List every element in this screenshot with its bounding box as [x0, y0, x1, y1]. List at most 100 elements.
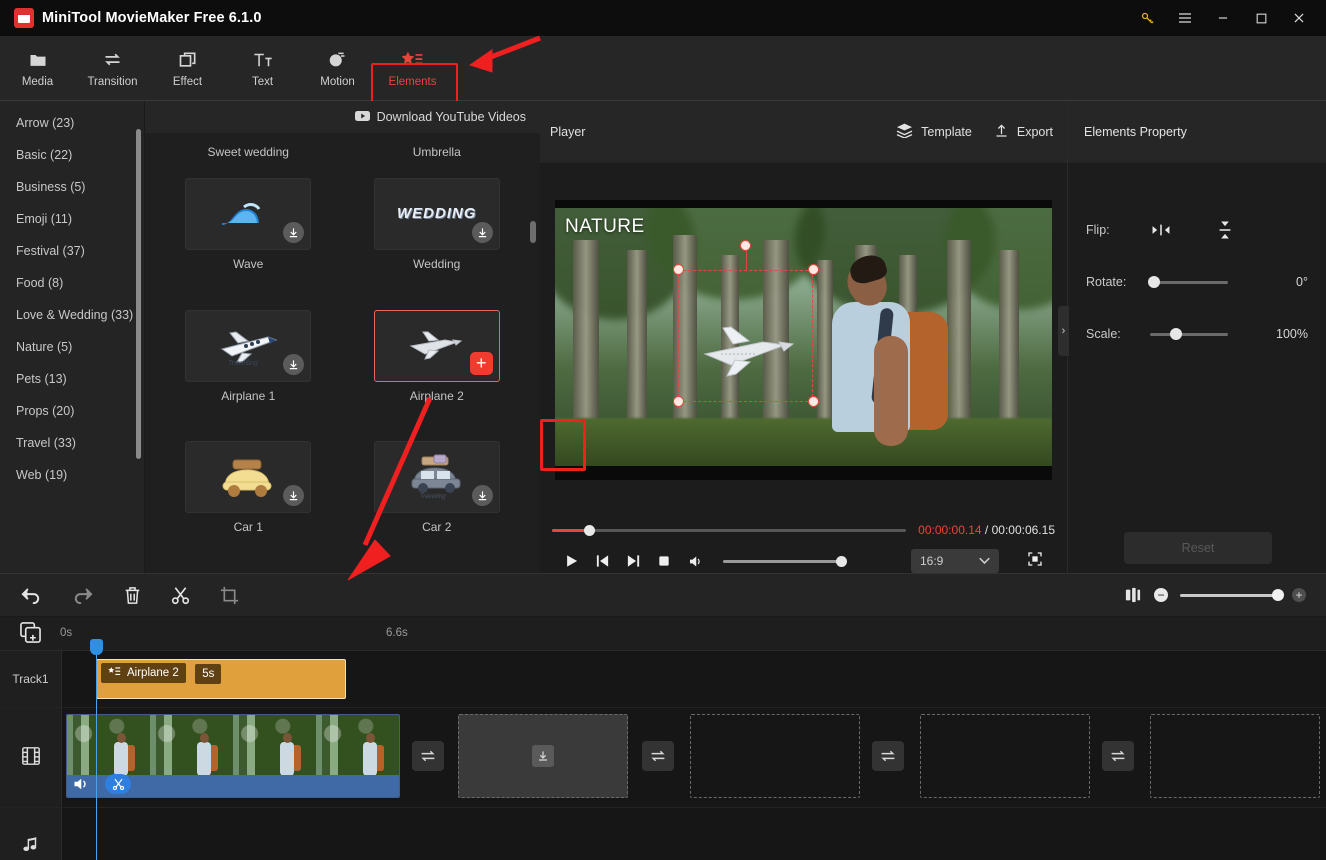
menu-icon[interactable] [1166, 0, 1204, 36]
sidebar-item-basic[interactable]: Basic (22) [0, 139, 144, 171]
rotate-knob[interactable] [1148, 276, 1160, 288]
grid-item-partial[interactable]: Umbrella [350, 133, 525, 159]
rotate-slider[interactable] [1148, 276, 1228, 288]
audio-track-body[interactable] [62, 808, 1326, 860]
sidebar-item-food[interactable]: Food (8) [0, 267, 144, 299]
rotate-handle[interactable] [740, 239, 751, 251]
media-slot-empty[interactable] [690, 714, 860, 798]
flip-horizontal-button[interactable] [1144, 223, 1178, 237]
grid-item-airplane-1[interactable]: Travelling Airplane 1 [161, 309, 336, 423]
media-slot-empty[interactable] [458, 714, 628, 798]
tab-transition[interactable]: Transition [75, 36, 150, 100]
download-icon[interactable] [283, 485, 305, 507]
resize-handle-tl[interactable] [672, 264, 684, 275]
transition-slot-button[interactable] [872, 741, 904, 771]
speaker-icon[interactable] [73, 777, 88, 796]
timeline-zoom-slider[interactable] [1180, 589, 1284, 601]
seek-knob[interactable] [583, 524, 595, 536]
sidebar-item-business[interactable]: Business (5) [0, 171, 144, 203]
minimize-icon[interactable] [1204, 0, 1242, 36]
track1-body[interactable]: Airplane 2 5s [62, 651, 1326, 707]
sidebar-item-nature[interactable]: Nature (5) [0, 331, 144, 363]
grid-item-car-2[interactable]: Travelling Car 2 [350, 441, 525, 554]
grid-item-wave[interactable]: Wave [161, 177, 336, 291]
element-thumbnail[interactable]: Travelling [373, 441, 500, 514]
resize-handle-br[interactable] [807, 396, 819, 407]
transition-slot-button[interactable] [412, 741, 444, 771]
media-slot-empty[interactable] [1150, 714, 1320, 798]
download-icon[interactable] [471, 485, 493, 507]
flip-vertical-button[interactable] [1208, 220, 1242, 240]
panel-collapse-button[interactable]: › [1058, 306, 1069, 356]
sidebar-item-web[interactable]: Web (19) [0, 459, 144, 491]
trash-icon[interactable] [124, 586, 141, 605]
next-frame-button[interactable] [626, 553, 641, 569]
playhead[interactable] [90, 639, 103, 860]
tab-motion[interactable]: Motion [300, 36, 375, 100]
media-slot-empty[interactable] [920, 714, 1090, 798]
scale-knob[interactable] [1170, 328, 1182, 340]
video-track-body[interactable] [62, 708, 1326, 807]
sidebar-item-props[interactable]: Props (20) [0, 395, 144, 427]
add-element-button[interactable]: + [469, 351, 493, 375]
export-button[interactable]: Export [994, 123, 1053, 142]
scale-slider[interactable] [1150, 328, 1228, 340]
zoom-in-button[interactable]: + [1292, 588, 1306, 602]
tab-text[interactable]: Text [225, 36, 300, 100]
transition-slot-button[interactable] [1102, 741, 1134, 771]
resize-handle-tr[interactable] [807, 264, 819, 275]
element-thumbnail-selected[interactable]: + [373, 309, 500, 382]
elements-scrollbar[interactable] [530, 221, 536, 243]
seek-slider[interactable] [552, 524, 907, 536]
split-marker-icon[interactable] [105, 774, 131, 794]
add-media-button[interactable] [20, 622, 41, 648]
maximize-icon[interactable] [1242, 0, 1280, 36]
sidebar-item-emoji[interactable]: Emoji (11) [0, 203, 144, 235]
tab-elements[interactable]: Elements [375, 36, 450, 100]
license-key-icon[interactable] [1128, 0, 1166, 36]
sidebar-item-festival[interactable]: Festival (37) [0, 235, 144, 267]
grid-item-wedding[interactable]: WEDDING Wedding [350, 177, 525, 291]
element-thumbnail[interactable] [185, 441, 312, 514]
preview-canvas[interactable]: NATURE [555, 199, 1052, 480]
grid-item-partial[interactable]: Sweet wedding [161, 133, 336, 159]
template-button[interactable]: Template [896, 123, 972, 142]
download-icon[interactable] [471, 221, 493, 243]
element-thumbnail[interactable]: WEDDING [373, 177, 500, 250]
element-thumbnail[interactable] [185, 177, 312, 250]
zoom-out-button[interactable]: − [1154, 588, 1168, 602]
grid-item-airplane-2[interactable]: + Airplane 2 [350, 309, 525, 423]
split-view-icon[interactable] [1124, 587, 1142, 603]
sidebar-item-travel[interactable]: Travel (33) [0, 427, 144, 459]
volume-slider[interactable] [723, 555, 847, 567]
element-clip[interactable]: Airplane 2 5s [96, 659, 346, 699]
sidebar-item-love-wedding[interactable]: Love & Wedding (33) [0, 299, 144, 331]
previous-frame-button[interactable] [595, 553, 610, 569]
fullscreen-button[interactable] [1027, 551, 1043, 572]
close-icon[interactable] [1280, 0, 1318, 36]
stop-button[interactable] [657, 554, 671, 568]
scissors-icon[interactable] [171, 586, 190, 605]
category-scrollbar[interactable] [136, 129, 141, 459]
crop-icon[interactable] [220, 586, 239, 605]
play-button[interactable] [564, 553, 579, 569]
volume-icon[interactable] [687, 554, 703, 569]
volume-knob[interactable] [836, 555, 847, 567]
playhead-handle[interactable] [90, 639, 103, 655]
element-thumbnail[interactable]: Travelling [185, 309, 312, 382]
resize-handle-bl[interactable] [672, 396, 684, 407]
timeline-ruler[interactable]: 0s 6.6s [0, 617, 1326, 651]
tab-effect[interactable]: Effect [150, 36, 225, 100]
download-icon[interactable] [283, 353, 305, 375]
reset-button[interactable]: Reset [1124, 532, 1272, 564]
video-clip[interactable] [66, 714, 400, 798]
redo-icon[interactable] [72, 586, 94, 604]
zoom-knob[interactable] [1272, 589, 1284, 601]
sidebar-item-arrow[interactable]: Arrow (23) [0, 107, 144, 139]
grid-item-car-1[interactable]: Car 1 [161, 441, 336, 554]
transition-slot-button[interactable] [642, 741, 674, 771]
download-youtube-button[interactable]: Download YouTube Videos [145, 101, 540, 133]
element-selection-box[interactable] [672, 239, 819, 407]
sidebar-item-pets[interactable]: Pets (13) [0, 363, 144, 395]
undo-icon[interactable] [20, 586, 42, 604]
